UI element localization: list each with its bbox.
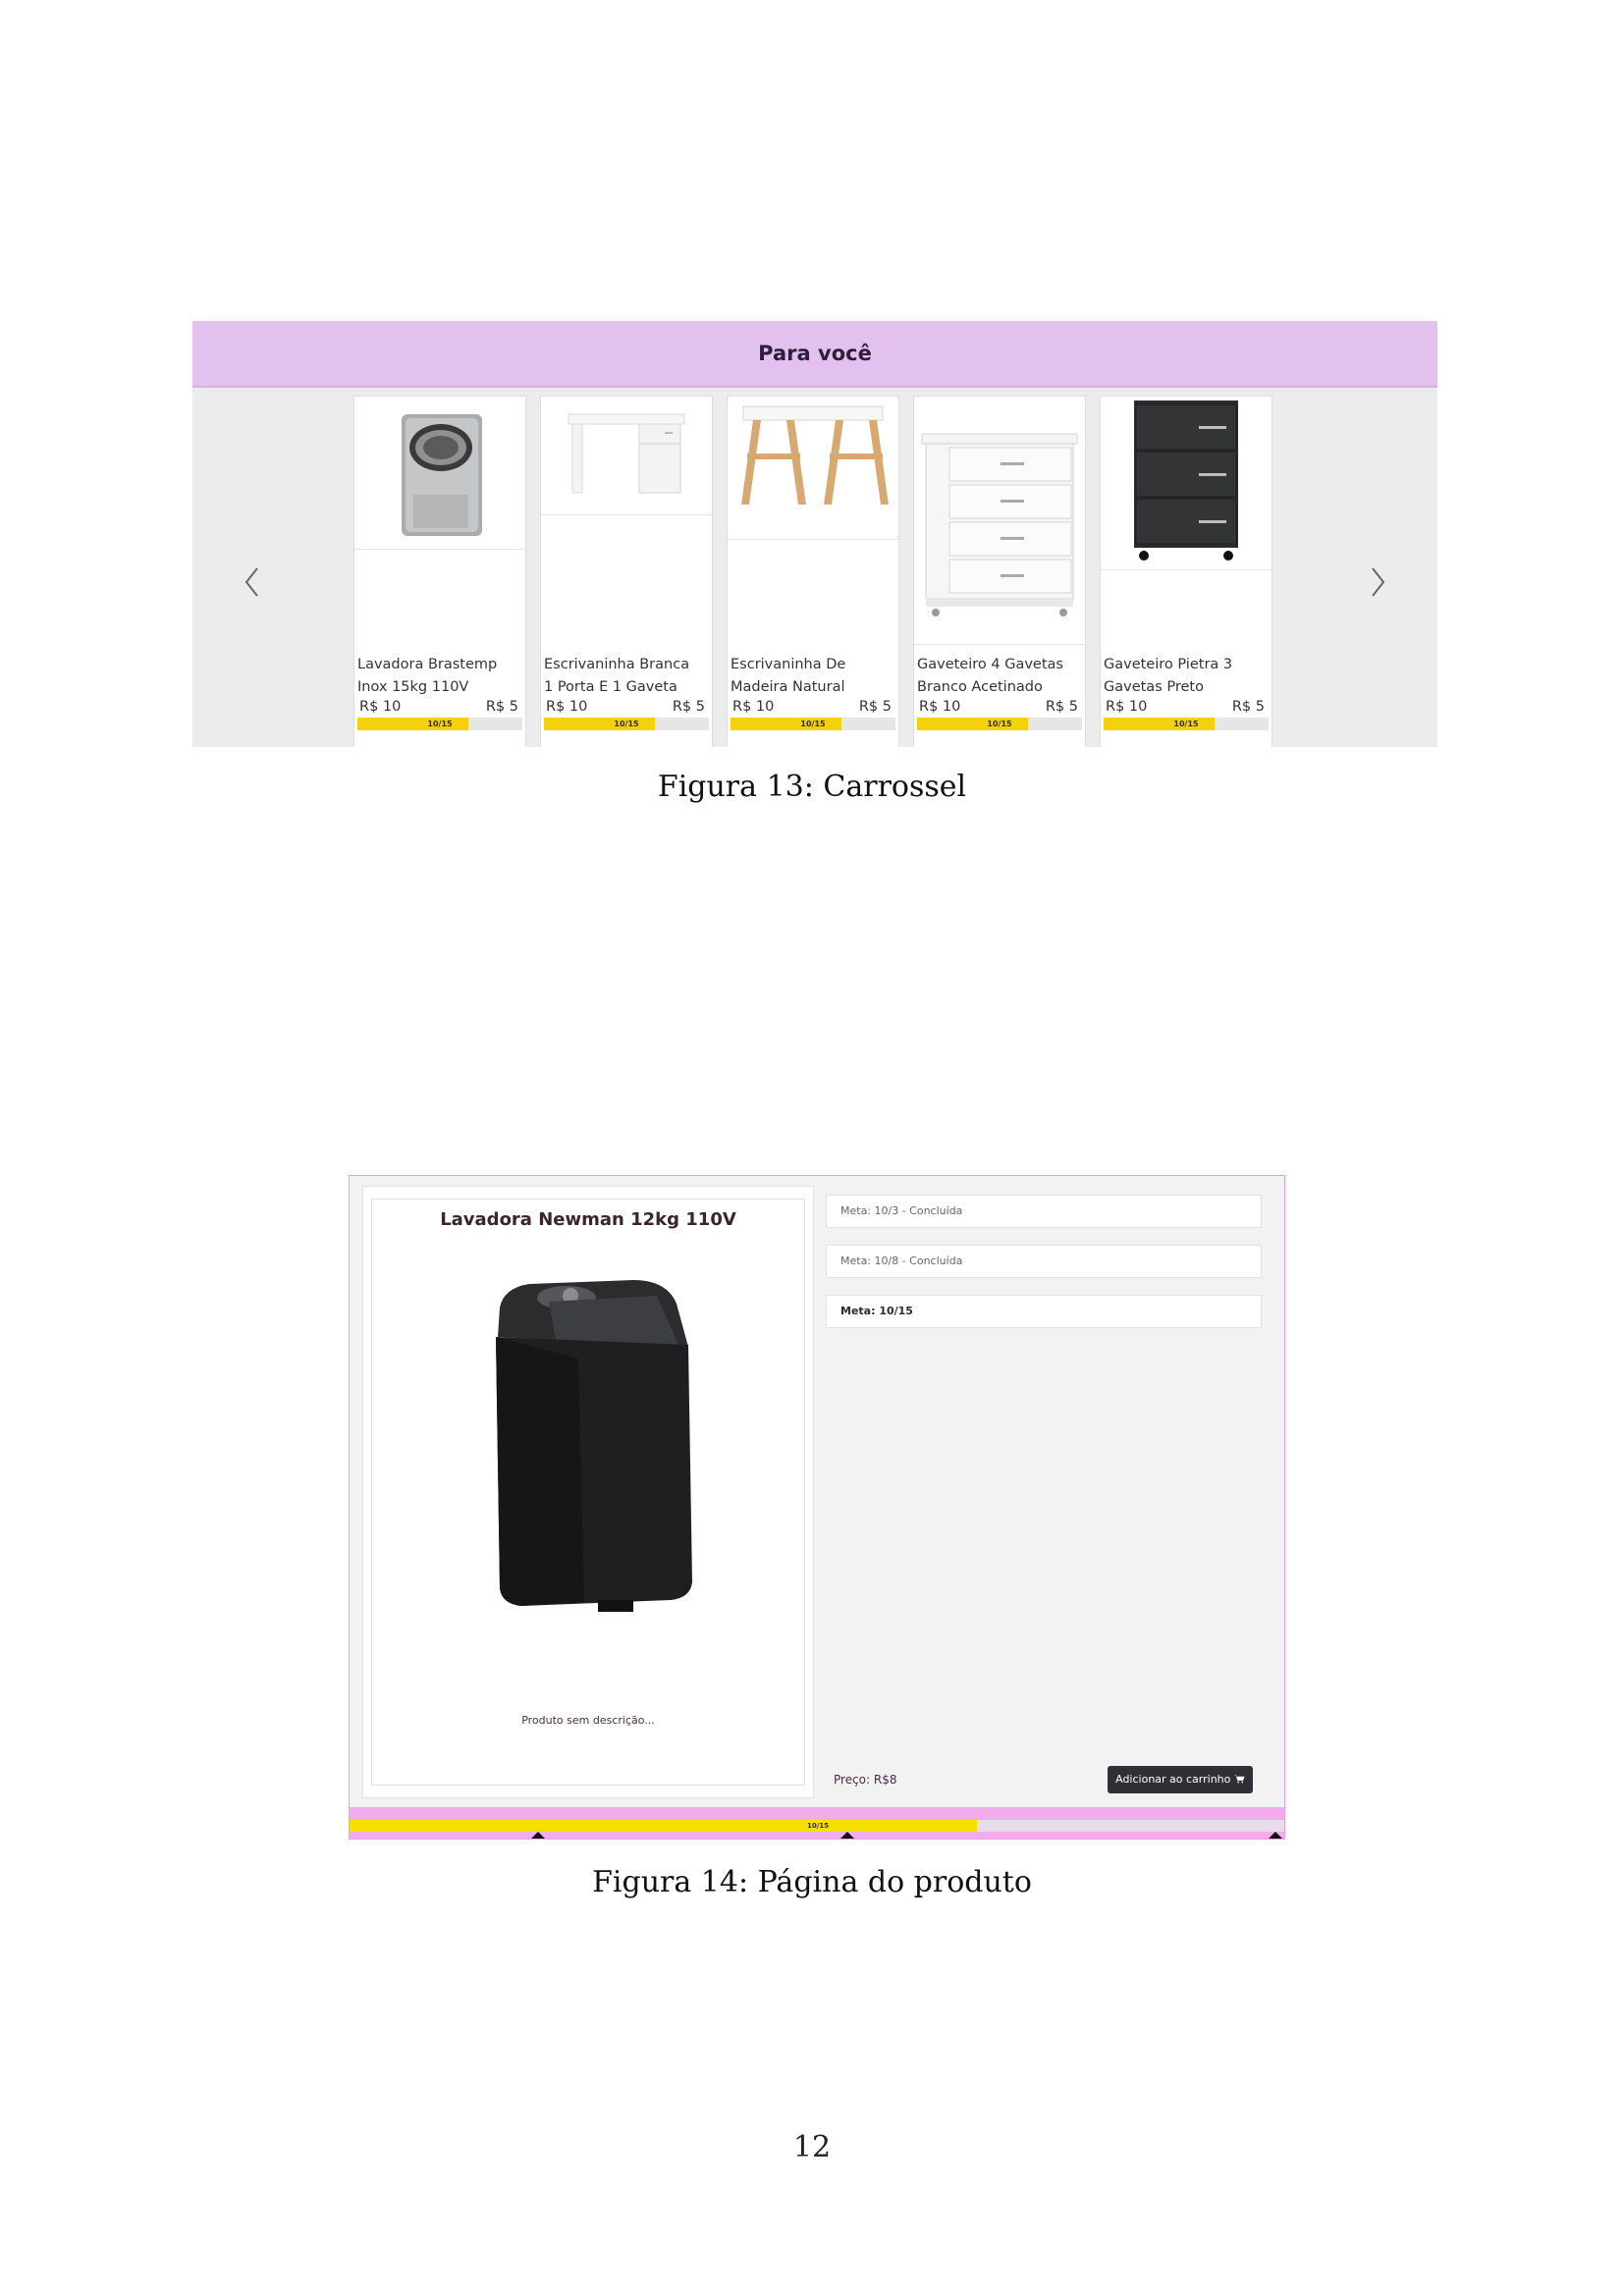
- product-card[interactable]: Gaveteiro Pietra 3 Gavetas Preto R$ 10 R…: [1100, 396, 1272, 747]
- goal-progress-bar: 10/15: [350, 1820, 1284, 1832]
- goal-marker: [839, 1832, 856, 1839]
- price-discounted: R$ 5: [672, 699, 705, 715]
- chevron-right-icon: [1372, 567, 1385, 597]
- price-original: R$ 10: [732, 699, 775, 715]
- carousel-next-button[interactable]: [1363, 553, 1392, 612]
- white-desk-image: [541, 397, 712, 515]
- price-original: R$ 10: [1106, 699, 1148, 715]
- goal-item: Meta: 10/8 - Concluída: [826, 1245, 1262, 1278]
- goal-item-current: Meta: 10/15: [826, 1295, 1262, 1328]
- black-drawer-image: [1101, 397, 1272, 570]
- price-discounted: R$ 5: [1045, 699, 1078, 715]
- product-card[interactable]: Gaveteiro 4 Gavetas Branco Acetinado R$ …: [913, 396, 1086, 747]
- price-original: R$ 10: [546, 699, 588, 715]
- goal-progress-bar: 10/15: [917, 718, 1082, 730]
- page-number: 12: [792, 2130, 832, 2164]
- product-price: Preço: R$8: [834, 1773, 897, 1787]
- chevron-left-icon: [244, 567, 258, 597]
- goal-item: Meta: 10/3 - Concluída: [826, 1195, 1262, 1228]
- washing-machine-image: [354, 397, 525, 550]
- goal-progress-bar: 10/15: [544, 718, 709, 730]
- product-card: Lavadora Newman 12kg 110V Produto sem de…: [371, 1199, 805, 1786]
- product-panel: Lavadora Newman 12kg 110V Produto sem de…: [362, 1186, 814, 1798]
- price-original: R$ 10: [359, 699, 402, 715]
- product-card[interactable]: Escrivaninha De Madeira Natural R$ 10 R$…: [727, 396, 899, 747]
- carousel-header: Para você: [192, 321, 1437, 388]
- price-original: R$ 10: [919, 699, 961, 715]
- product-title: Lavadora Newman 12kg 110V: [440, 1209, 736, 1230]
- product-name: Gaveteiro 4 Gavetas Branco Acetinado: [917, 657, 1063, 695]
- carousel-figure: Para você Lavadora Brastemp Inox 15kg 11…: [192, 321, 1437, 747]
- product-description: Produto sem descrição...: [521, 1714, 655, 1727]
- goal-progress-bar: 10/15: [1104, 718, 1269, 730]
- figure-caption: Figura 13: Carrossel: [657, 770, 967, 804]
- white-drawer-image: [914, 397, 1085, 645]
- product-name: Escrivaninha De Madeira Natural: [731, 657, 846, 695]
- figure-caption: Figura 14: Página do produto: [592, 1865, 1032, 1899]
- goal-progress-bar: 10/15: [731, 718, 895, 730]
- wooden-desk-image: [728, 397, 898, 540]
- product-page-figure: Lavadora Newman 12kg 110V Produto sem de…: [349, 1175, 1285, 1840]
- goal-marker: [1267, 1832, 1284, 1839]
- goal-marker: [529, 1832, 547, 1839]
- product-card[interactable]: Escrivaninha Branca 1 Porta E 1 Gaveta R…: [540, 396, 713, 747]
- add-to-cart-button[interactable]: Adicionar ao carrinho: [1108, 1766, 1253, 1793]
- price-discounted: R$ 5: [1231, 699, 1265, 715]
- price-discounted: R$ 5: [858, 699, 892, 715]
- carousel-title: Para você: [758, 342, 872, 365]
- carousel-prev-button[interactable]: [238, 553, 267, 612]
- price-discounted: R$ 5: [485, 699, 518, 715]
- product-card[interactable]: Lavadora Brastemp Inox 15kg 110V R$ 10 R…: [353, 396, 526, 747]
- product-name: Lavadora Brastemp Inox 15kg 110V: [357, 657, 498, 695]
- goal-progress-bar: 10/15: [357, 718, 522, 730]
- cart-icon: [1233, 1775, 1245, 1784]
- product-name: Gaveteiro Pietra 3 Gavetas Preto: [1104, 657, 1233, 695]
- washing-machine-image: [460, 1268, 716, 1631]
- product-name: Escrivaninha Branca 1 Porta E 1 Gaveta: [544, 657, 690, 695]
